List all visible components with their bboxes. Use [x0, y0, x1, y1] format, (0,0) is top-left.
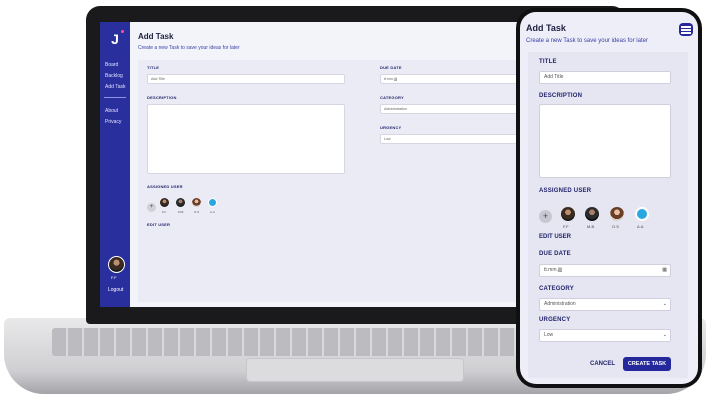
page-title: Add Task	[138, 32, 174, 41]
cancel-button[interactable]: CANCEL	[590, 361, 615, 367]
phone-form-card: TITLE Add Title DESCRIPTION ASSIGNED USE…	[528, 52, 688, 378]
urgency-label: URGENCY	[380, 125, 402, 130]
sidebar-divider	[104, 97, 126, 98]
page-subtitle: Create a new Task to save your ideas for…	[138, 45, 240, 51]
assigned-user-label: ASSIGNED USER	[147, 184, 183, 189]
user-name-ff: F.F	[162, 210, 167, 214]
user-name-mb: M.B	[178, 210, 184, 214]
phone-description-textarea[interactable]	[539, 104, 671, 178]
add-user-icon[interactable]: +	[147, 203, 156, 212]
laptop-trackpad	[246, 358, 464, 382]
user-avatar-ff[interactable]	[160, 198, 169, 207]
menu-icon[interactable]	[679, 23, 693, 36]
phone-user-name-aa: A.A	[637, 224, 644, 229]
user-avatar-mb[interactable]	[176, 198, 185, 207]
phone-description-label: DESCRIPTION	[539, 93, 583, 99]
phone-category-value: Administration	[544, 301, 576, 307]
phone-user-avatar-aa[interactable]	[635, 207, 649, 221]
phone-due-date-value: tt.mm.jjjj	[544, 267, 563, 273]
category-label: CATEGORY	[380, 95, 404, 100]
phone-add-user-icon[interactable]: +	[539, 210, 552, 223]
phone-edit-user-link[interactable]: EDIT USER	[539, 234, 571, 240]
phone-user-avatar-ff[interactable]	[561, 207, 575, 221]
sidebar-item-about[interactable]: About	[105, 108, 118, 114]
sidebar-item-add-task[interactable]: Add Task	[105, 84, 125, 90]
due-date-label: DUE DATE	[380, 65, 402, 70]
chevron-down-icon: ⌄	[662, 332, 667, 338]
user-name-os: O.S	[194, 210, 200, 214]
phone-page-subtitle: Create a new Task to save your ideas for…	[526, 38, 648, 44]
user-name-aa: A.A	[210, 210, 215, 214]
create-task-button[interactable]: CREATE TASK	[623, 357, 671, 371]
sidebar: J Board Backlog Add Task About Privacy F…	[100, 22, 130, 307]
logo-accent-dot	[121, 30, 124, 33]
phone-urgency-select[interactable]: Low ⌄	[539, 329, 671, 342]
title-input[interactable]: Add Title	[147, 74, 345, 84]
user-avatar[interactable]	[108, 256, 125, 273]
phone-category-select[interactable]: Administration ⌄	[539, 298, 671, 311]
edit-user-link[interactable]: EDIT USER	[147, 222, 170, 227]
title-label: TITLE	[147, 65, 160, 70]
phone-title-label: TITLE	[539, 59, 557, 65]
description-label: DESCRIPTION	[147, 95, 177, 100]
user-initials: F.F	[111, 275, 117, 280]
phone-urgency-label: URGENCY	[539, 317, 571, 323]
logout-link[interactable]: Logout	[108, 287, 123, 293]
phone-screen: Add Task Create a new Task to save your …	[520, 12, 698, 384]
phone-title-input[interactable]: Add Title	[539, 71, 671, 84]
sidebar-item-backlog[interactable]: Backlog	[105, 73, 123, 79]
description-textarea[interactable]	[147, 104, 345, 174]
phone-user-name-os: O.S	[612, 224, 619, 229]
phone-category-label: CATEGORY	[539, 286, 574, 292]
sidebar-item-board[interactable]: Board	[105, 62, 118, 68]
phone-user-avatar-os[interactable]	[610, 207, 624, 221]
form-card: TITLE Add Title DESCRIPTION ASSIGNED USE…	[138, 60, 578, 302]
calendar-icon[interactable]: ▦	[662, 265, 667, 276]
phone-assigned-user-label: ASSIGNED USER	[539, 188, 592, 194]
sidebar-item-privacy[interactable]: Privacy	[105, 119, 121, 125]
user-avatar-aa[interactable]	[208, 198, 217, 207]
chevron-down-icon: ⌄	[662, 301, 667, 307]
user-avatar-os[interactable]	[192, 198, 201, 207]
phone-user-name-mb: M.B	[587, 224, 595, 229]
phone-urgency-value: Low	[544, 332, 554, 338]
phone-user-avatar-mb[interactable]	[585, 207, 599, 221]
phone-due-date-input[interactable]: tt.mm.jjjj ▦	[539, 264, 671, 277]
phone-page-title: Add Task	[526, 23, 566, 33]
phone-due-date-label: DUE DATE	[539, 251, 571, 257]
phone-user-name-ff: F.F	[563, 224, 569, 229]
